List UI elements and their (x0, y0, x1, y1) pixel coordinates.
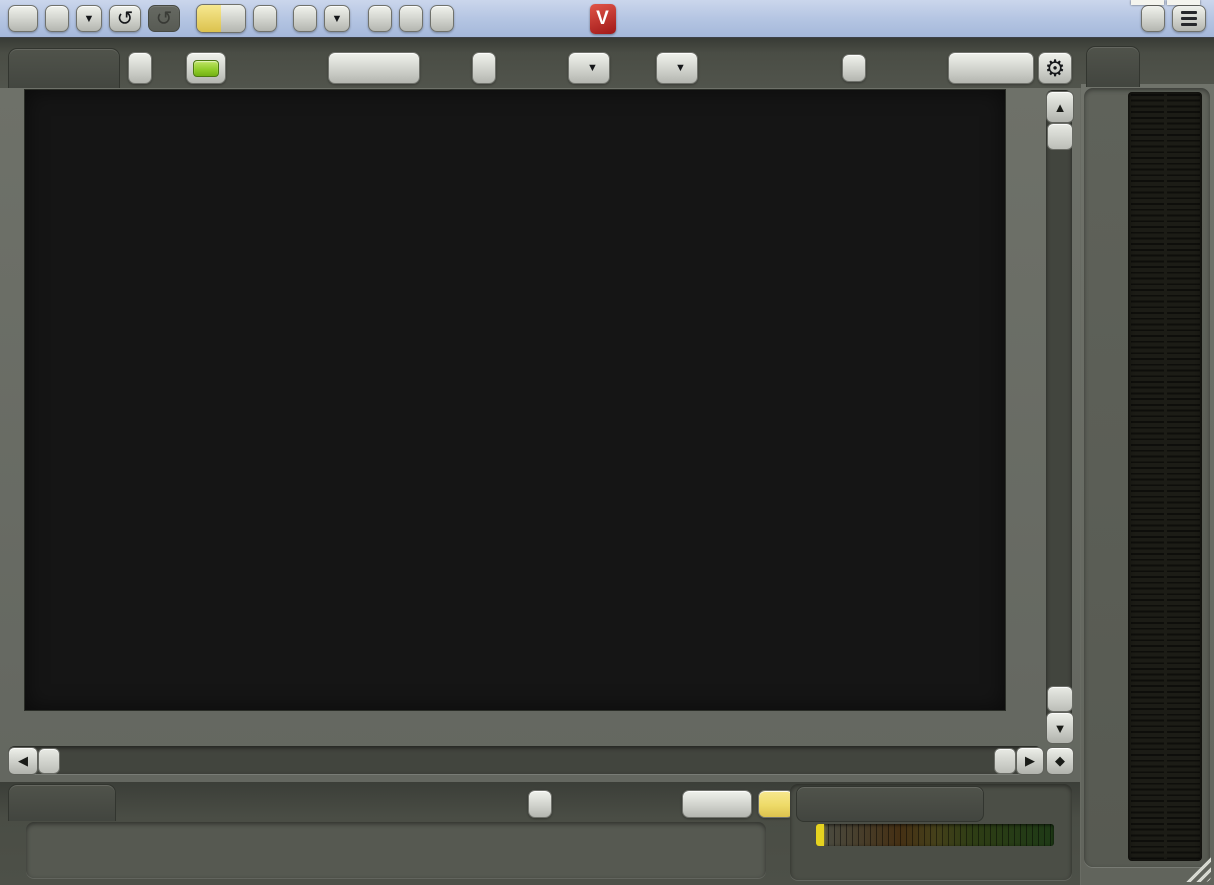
peak-marker-right[interactable] (1167, 0, 1200, 5)
scroll-left-button[interactable]: ◀ (8, 747, 38, 775)
static-dropdown-button[interactable]: ▼ (568, 52, 610, 84)
solo-button[interactable] (399, 5, 423, 32)
metering-mode-button[interactable] (682, 790, 752, 818)
channel-label-left (1131, 862, 1164, 883)
routing-dropdown-button[interactable]: ▼ (324, 5, 350, 32)
save-png-button[interactable] (472, 52, 496, 84)
zoom-reset-button[interactable]: ◆ (1046, 747, 1074, 775)
scroll-up-button[interactable]: ▲ (1046, 91, 1074, 123)
chevron-down-icon: ▼ (675, 62, 686, 74)
presets-dropdown-button[interactable]: ▼ (76, 5, 102, 32)
true-peak-toggle-button[interactable] (758, 790, 794, 818)
menu-button[interactable] (1172, 5, 1206, 32)
peak-marker-left[interactable] (1131, 0, 1164, 5)
redo-icon[interactable]: ↺ (148, 5, 180, 32)
chevron-down-icon: ▼ (587, 62, 598, 74)
copy-button[interactable] (430, 5, 454, 32)
help-button[interactable] (8, 5, 38, 32)
presets-button[interactable] (45, 5, 69, 32)
a-to-b-copy-button[interactable] (253, 5, 277, 32)
scroll-down-button[interactable]: ▼ (1046, 712, 1074, 744)
settings-button[interactable]: ⚙ (1038, 52, 1072, 84)
hold-button[interactable] (128, 52, 152, 84)
import-dropdown-button[interactable]: ▼ (656, 52, 698, 84)
tab-statistics[interactable] (8, 784, 116, 821)
correlation-title (796, 786, 984, 822)
vertical-scrollbar-thumb-bottom[interactable] (1047, 686, 1073, 712)
mode-select-button[interactable] (948, 52, 1034, 84)
ab-switch-b[interactable] (221, 5, 245, 32)
spectrum-svg (25, 90, 1005, 710)
spectrum-enable-toggle[interactable] (186, 52, 226, 84)
hamburger-icon (1181, 11, 1197, 26)
vertical-scrollbar-thumb-top[interactable] (1047, 123, 1073, 150)
db-axis (1006, 90, 1046, 710)
frequency-axis (25, 710, 1005, 744)
meter-bar-right (1167, 94, 1200, 859)
spectrum-display[interactable] (25, 90, 1005, 710)
ab-switch[interactable] (196, 4, 246, 33)
stereo-button[interactable] (368, 5, 392, 32)
gear-icon: ⚙ (1045, 57, 1066, 80)
wide-button[interactable] (1141, 5, 1165, 32)
underlay-select-button[interactable] (328, 52, 420, 84)
undo-icon[interactable]: ↺ (109, 5, 141, 32)
tab-out[interactable] (1086, 46, 1140, 87)
green-led-icon (193, 60, 219, 77)
correlation-indicator (816, 824, 824, 846)
reset-button[interactable] (528, 790, 552, 818)
tab-spectrum[interactable] (8, 48, 120, 91)
meter-bar-left (1131, 94, 1164, 859)
routing-button[interactable] (293, 5, 317, 32)
horizontal-scrollbar-thumb-right[interactable] (994, 748, 1016, 774)
horizontal-scrollbar-track[interactable] (8, 746, 1042, 774)
horizontal-scrollbar-thumb-left[interactable] (38, 748, 60, 774)
vertical-scrollbar-track[interactable] (1046, 90, 1072, 742)
voxengo-logo: V (590, 4, 616, 34)
export-target-button[interactable] (842, 54, 866, 82)
span-plus-window: ▼ ↺ ↺ ▼ V ▼ ▼ ⚙ (0, 0, 1214, 885)
scroll-right-button[interactable]: ▶ (1016, 747, 1044, 775)
ab-switch-a[interactable] (197, 5, 221, 32)
title-bar: ▼ ↺ ↺ ▼ V (0, 0, 1214, 38)
correlation-bar (816, 824, 1054, 846)
